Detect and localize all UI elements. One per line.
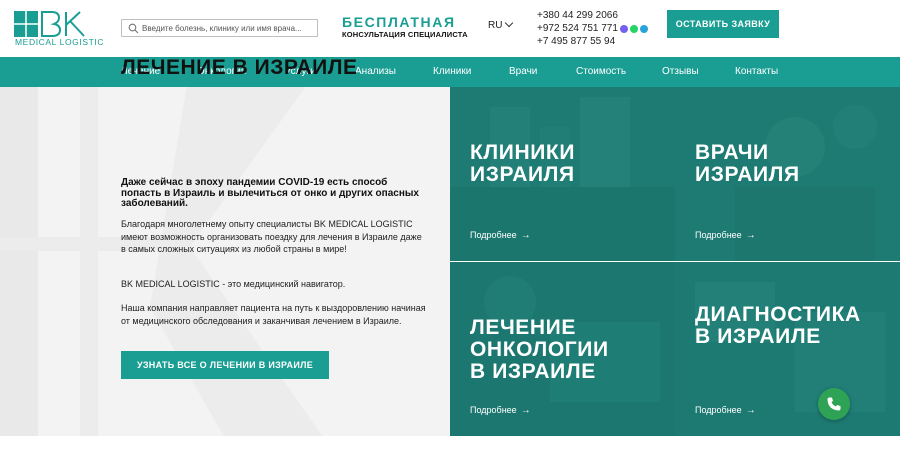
telegram-icon[interactable] <box>639 24 648 33</box>
leave-request-button[interactable]: ОСТАВИТЬ ЗАЯВКУ <box>667 10 779 38</box>
tile-oncology[interactable]: ЛЕЧЕНИЕ ОНКОЛОГИИ В ИЗРАИЛЕ Подробнее → <box>450 262 675 436</box>
whatsapp-icon[interactable] <box>629 24 638 33</box>
viber-icon[interactable] <box>619 24 628 33</box>
page-title: ЛЕЧЕНИЕ В ИЗРАИЛЕ <box>121 56 358 79</box>
logo-subtitle: MEDICAL LOGISTIC <box>15 37 105 47</box>
tile-title: ЛЕЧЕНИЕ ОНКОЛОГИИ В ИЗРАИЛЕ <box>470 316 609 383</box>
tile-clinics[interactable]: КЛИНИКИ ИЗРАИЛЯ Подробнее → <box>450 87 675 261</box>
tile-more-label: Подробнее <box>695 230 742 240</box>
arrow-right-icon: → <box>745 405 756 416</box>
tile-more-link[interactable]: Подробнее → <box>470 230 531 241</box>
nav-item-prices[interactable]: Стоимость <box>576 66 626 77</box>
phone-row[interactable]: +7 495 877 55 94 <box>537 35 648 48</box>
logo[interactable]: MEDICAL LOGISTIC <box>14 11 104 47</box>
phone-number[interactable]: +380 44 299 2066 <box>537 9 618 22</box>
search-input[interactable] <box>142 21 314 35</box>
learn-more-treatment-button[interactable]: УЗНАТЬ ВСЕ О ЛЕЧЕНИИ В ИЗРАИЛЕ <box>121 351 329 379</box>
phone-number[interactable]: +972 524 751 771 <box>537 22 618 35</box>
search-icon <box>128 23 139 34</box>
search-box[interactable] <box>121 19 318 37</box>
language-selector[interactable]: RU <box>488 18 514 31</box>
hero-section <box>0 87 450 436</box>
tile-title: КЛИНИКИ ИЗРАИЛЯ <box>470 141 576 186</box>
category-tiles: КЛИНИКИ ИЗРАИЛЯ Подробнее → ВРАЧИ ИЗРАИЛЯ… <box>450 87 900 436</box>
nav-item-tests[interactable]: Анализы <box>355 66 396 77</box>
nav-item-contacts[interactable]: Контакты <box>735 66 778 77</box>
tile-title: ДИАГНОСТИКА В ИЗРАИЛЕ <box>695 303 861 348</box>
nav-item-clinics[interactable]: Клиники <box>433 66 471 77</box>
tile-more-label: Подробнее <box>695 405 742 415</box>
chevron-down-icon <box>505 18 514 28</box>
promo-title: БЕСПЛАТНАЯ <box>342 14 456 30</box>
tile-more-link[interactable]: Подробнее → <box>470 405 531 416</box>
language-label: RU <box>488 20 503 31</box>
free-consultation-promo: БЕСПЛАТНАЯ КОНСУЛЬТАЦИЯ СПЕЦИАЛИСТА <box>342 15 468 40</box>
tile-more-label: Подробнее <box>470 405 517 415</box>
tile-title: ВРАЧИ ИЗРАИЛЯ <box>695 141 800 186</box>
promo-subtitle: КОНСУЛЬТАЦИЯ СПЕЦИАЛИСТА <box>342 30 468 39</box>
phone-row[interactable]: +380 44 299 2066 <box>537 9 648 22</box>
tile-more-link[interactable]: Подробнее → <box>695 230 756 241</box>
hero-paragraph: Наша компания направляет пациента на пут… <box>121 303 426 326</box>
arrow-right-icon: → <box>745 230 756 241</box>
hero-lead: Даже сейчас в эпоху пандемии COVID-19 ес… <box>121 177 419 209</box>
hero-paragraph: BK MEDICAL LOGISTIC - это медицинский на… <box>121 279 346 289</box>
tile-more-link[interactable]: Подробнее → <box>695 405 756 416</box>
site-header: MEDICAL LOGISTIC БЕСПЛАТНАЯ КОНСУЛЬТАЦИЯ… <box>0 0 900 56</box>
phone-list: +380 44 299 2066 +972 524 751 771 +7 495… <box>537 9 648 48</box>
tile-more-label: Подробнее <box>470 230 517 240</box>
nav-item-doctors[interactable]: Врачи <box>509 66 537 77</box>
phone-icon <box>827 397 841 411</box>
tile-diagnostics[interactable]: ДИАГНОСТИКА В ИЗРАИЛЕ Подробнее → <box>675 262 900 436</box>
phone-row[interactable]: +972 524 751 771 <box>537 22 648 35</box>
phone-number[interactable]: +7 495 877 55 94 <box>537 35 615 48</box>
arrow-right-icon: → <box>520 405 531 416</box>
nav-item-reviews[interactable]: Отзывы <box>662 66 699 77</box>
watermark-logo-icon <box>0 87 323 436</box>
call-button[interactable] <box>818 388 850 420</box>
hero-paragraph: Благодаря многолетнему опыту специалисты… <box>121 219 422 254</box>
tile-doctors[interactable]: ВРАЧИ ИЗРАИЛЯ Подробнее → <box>675 87 900 261</box>
logo-mark-icon <box>14 11 85 37</box>
arrow-right-icon: → <box>520 230 531 241</box>
